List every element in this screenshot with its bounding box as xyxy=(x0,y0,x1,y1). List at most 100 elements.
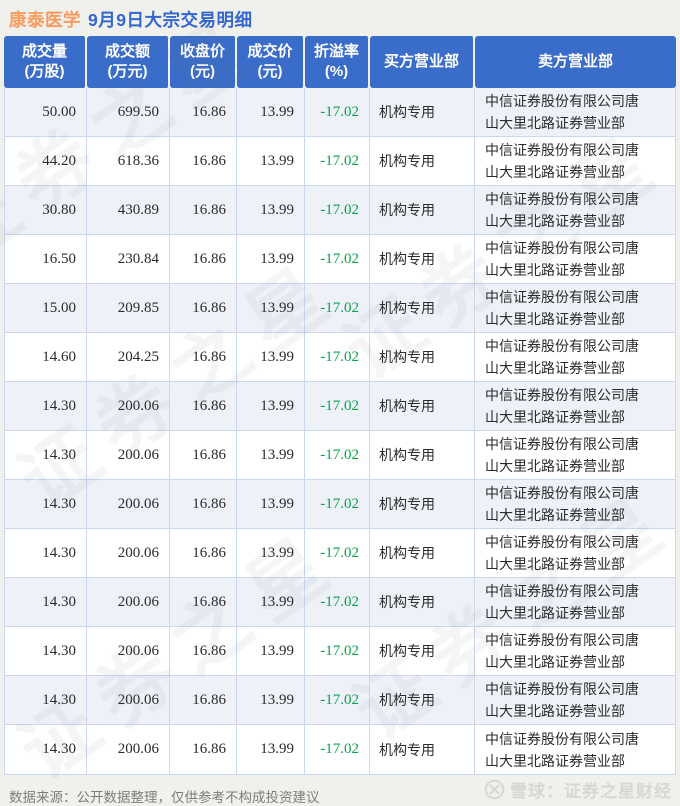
stock-name: 康泰医学 xyxy=(9,10,81,30)
col-header-buyer: 买方营业部 xyxy=(370,36,475,88)
col-header-premium-rate: 折溢率 (%) xyxy=(305,36,370,88)
cell-seller: 中信证券股份有限公司唐山大里北路证券营业部 xyxy=(475,578,675,626)
cell-premium-rate: -17.02 xyxy=(305,578,370,626)
cell-trade-price: 13.99 xyxy=(237,186,305,234)
cell-buyer: 机构专用 xyxy=(370,284,475,332)
cell-premium-rate: -17.02 xyxy=(305,676,370,724)
seller-name: 中信证券股份有限公司唐山大里北路证券营业部 xyxy=(485,191,639,229)
cell-volume: 14.30 xyxy=(5,480,87,528)
cell-volume: 14.30 xyxy=(5,431,87,479)
cell-premium-rate: -17.02 xyxy=(305,88,370,136)
col-header-seller: 卖方营业部 xyxy=(475,36,676,88)
table-row: 14.30 200.06 16.86 13.99 -17.02 机构专用 中信证券股份有限公… xyxy=(5,725,675,774)
seller-name: 中信证券股份有限公司唐山大里北路证券营业部 xyxy=(485,681,639,719)
cell-seller: 中信证券股份有限公司唐山大里北路证券营业部 xyxy=(475,186,675,234)
cell-seller: 中信证券股份有限公司唐山大里北路证券营业部 xyxy=(475,137,675,185)
cell-buyer: 机构专用 xyxy=(370,431,475,479)
col-header-volume: 成交量 (万股) xyxy=(4,36,87,88)
cell-close-price: 16.86 xyxy=(170,676,237,724)
seller-name: 中信证券股份有限公司唐山大里北路证券营业部 xyxy=(485,583,639,621)
cell-seller: 中信证券股份有限公司唐山大里北路证券营业部 xyxy=(475,284,675,332)
page-title: 康泰医学 9月9日大宗交易明细 xyxy=(0,0,680,36)
cell-seller: 中信证券股份有限公司唐山大里北路证券营业部 xyxy=(475,529,675,577)
cell-volume: 14.30 xyxy=(5,676,87,724)
cell-buyer: 机构专用 xyxy=(370,676,475,724)
cell-trade-price: 13.99 xyxy=(237,578,305,626)
cell-buyer: 机构专用 xyxy=(370,235,475,283)
col-header-close-price: 收盘价 (元) xyxy=(170,36,237,88)
brand-watermark: 雪球：证券之星财经 xyxy=(484,777,672,802)
cell-volume: 14.30 xyxy=(5,529,87,577)
cell-amount: 200.06 xyxy=(87,480,170,528)
cell-buyer: 机构专用 xyxy=(370,88,475,136)
cell-amount: 209.85 xyxy=(87,284,170,332)
cell-amount: 200.06 xyxy=(87,382,170,430)
cell-seller: 中信证券股份有限公司唐山大里北路证券营业部 xyxy=(475,627,675,675)
cell-close-price: 16.86 xyxy=(170,284,237,332)
cell-trade-price: 13.99 xyxy=(237,627,305,675)
brand-text: 雪球：证券之星财经 xyxy=(510,782,672,801)
cell-trade-price: 13.99 xyxy=(237,88,305,136)
table-row: 14.30 200.06 16.86 13.99 -17.02 机构专用 中信证券股份有限公… xyxy=(5,382,675,431)
cell-seller: 中信证券股份有限公司唐山大里北路证券营业部 xyxy=(475,676,675,724)
cell-premium-rate: -17.02 xyxy=(305,627,370,675)
seller-name: 中信证券股份有限公司唐山大里北路证券营业部 xyxy=(485,436,639,474)
table-row: 14.30 200.06 16.86 13.99 -17.02 机构专用 中信证券股份有限公… xyxy=(5,676,675,725)
table-row: 14.30 200.06 16.86 13.99 -17.02 机构专用 中信证券股份有限公… xyxy=(5,578,675,627)
block-trade-table: 成交量 (万股) 成交额 (万元) 收盘价 (元) 成交价 (元) 折溢率 (%… xyxy=(4,36,676,775)
cell-trade-price: 13.99 xyxy=(237,676,305,724)
cell-buyer: 机构专用 xyxy=(370,186,475,234)
cell-close-price: 16.86 xyxy=(170,333,237,381)
seller-name: 中信证券股份有限公司唐山大里北路证券营业部 xyxy=(485,485,639,523)
cell-close-price: 16.86 xyxy=(170,431,237,479)
table-row: 30.80 430.89 16.86 13.99 -17.02 机构专用 中信证券股份有限公… xyxy=(5,186,675,235)
table-body: 50.00 699.50 16.86 13.99 -17.02 机构专用 中信证券股份有限公… xyxy=(4,88,676,775)
cell-volume: 14.60 xyxy=(5,333,87,381)
cell-close-price: 16.86 xyxy=(170,88,237,136)
table-row: 14.30 200.06 16.86 13.99 -17.02 机构专用 中信证券股份有限公… xyxy=(5,529,675,578)
cell-trade-price: 13.99 xyxy=(237,480,305,528)
cell-premium-rate: -17.02 xyxy=(305,529,370,577)
cell-close-price: 16.86 xyxy=(170,480,237,528)
cell-seller: 中信证券股份有限公司唐山大里北路证券营业部 xyxy=(475,333,675,381)
cell-seller: 中信证券股份有限公司唐山大里北路证券营业部 xyxy=(475,235,675,283)
footer: 数据来源：公开数据整理，仅供参考不构成投资建议 雪球：证券之星财经 xyxy=(4,775,676,806)
table-row: 14.30 200.06 16.86 13.99 -17.02 机构专用 中信证券股份有限公… xyxy=(5,627,675,676)
cell-buyer: 机构专用 xyxy=(370,480,475,528)
cell-seller: 中信证券股份有限公司唐山大里北路证券营业部 xyxy=(475,725,675,774)
cell-volume: 44.20 xyxy=(5,137,87,185)
xueqiu-logo-icon xyxy=(484,779,505,800)
cell-volume: 14.30 xyxy=(5,725,87,774)
cell-trade-price: 13.99 xyxy=(237,529,305,577)
col-header-amount: 成交额 (万元) xyxy=(87,36,170,88)
cell-trade-price: 13.99 xyxy=(237,235,305,283)
cell-close-price: 16.86 xyxy=(170,627,237,675)
seller-name: 中信证券股份有限公司唐山大里北路证券营业部 xyxy=(485,240,639,278)
cell-buyer: 机构专用 xyxy=(370,578,475,626)
cell-amount: 200.06 xyxy=(87,431,170,479)
seller-name: 中信证券股份有限公司唐山大里北路证券营业部 xyxy=(485,338,639,376)
cell-volume: 15.00 xyxy=(5,284,87,332)
cell-amount: 200.06 xyxy=(87,725,170,774)
cell-close-price: 16.86 xyxy=(170,186,237,234)
cell-close-price: 16.86 xyxy=(170,235,237,283)
cell-premium-rate: -17.02 xyxy=(305,284,370,332)
cell-trade-price: 13.99 xyxy=(237,382,305,430)
cell-volume: 14.30 xyxy=(5,578,87,626)
cell-amount: 200.06 xyxy=(87,676,170,724)
table-row: 14.30 200.06 16.86 13.99 -17.02 机构专用 中信证券股份有限公… xyxy=(5,431,675,480)
cell-amount: 699.50 xyxy=(87,88,170,136)
cell-premium-rate: -17.02 xyxy=(305,333,370,381)
cell-close-price: 16.86 xyxy=(170,725,237,774)
table-row: 16.50 230.84 16.86 13.99 -17.02 机构专用 中信证券股份有限公… xyxy=(5,235,675,284)
cell-premium-rate: -17.02 xyxy=(305,431,370,479)
cell-amount: 618.36 xyxy=(87,137,170,185)
cell-premium-rate: -17.02 xyxy=(305,382,370,430)
cell-trade-price: 13.99 xyxy=(237,725,305,774)
cell-amount: 230.84 xyxy=(87,235,170,283)
cell-volume: 14.30 xyxy=(5,382,87,430)
cell-close-price: 16.86 xyxy=(170,137,237,185)
table-row: 15.00 209.85 16.86 13.99 -17.02 机构专用 中信证券股份有限公… xyxy=(5,284,675,333)
cell-seller: 中信证券股份有限公司唐山大里北路证券营业部 xyxy=(475,382,675,430)
seller-name: 中信证券股份有限公司唐山大里北路证券营业部 xyxy=(485,534,639,572)
